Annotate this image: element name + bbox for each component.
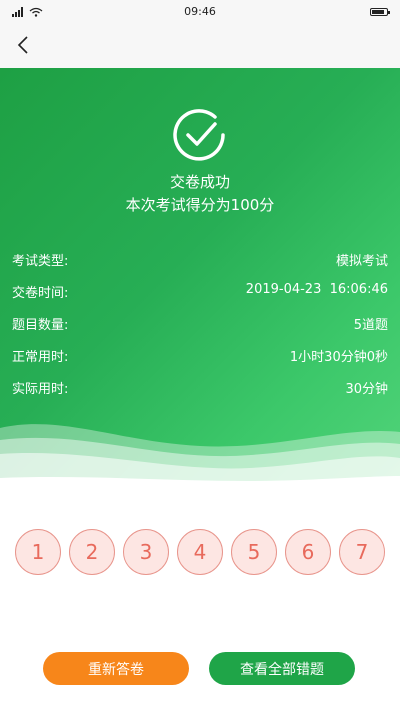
question-number-2[interactable]: 2 xyxy=(69,529,115,575)
info-value: 模拟考试 xyxy=(335,254,388,269)
info-value: 2019-04-23 16:06:46 xyxy=(245,282,388,297)
info-row-submit-time: 交卷时间: 2019-04-23 16:06:46 xyxy=(12,282,388,304)
success-check-icon xyxy=(173,109,225,161)
battery-icon xyxy=(370,8,390,16)
question-number-5[interactable]: 5 xyxy=(231,529,277,575)
info-row-actual-duration: 实际用时: 30分钟 xyxy=(12,378,388,400)
info-label: 正常用时: xyxy=(12,350,69,365)
back-button[interactable] xyxy=(6,28,40,62)
question-number-7[interactable]: 7 xyxy=(339,529,385,575)
question-number-6[interactable]: 6 xyxy=(285,529,331,575)
chevron-left-icon xyxy=(17,36,28,54)
question-number-4[interactable]: 4 xyxy=(177,529,223,575)
status-bar: 09:46 xyxy=(0,0,400,24)
result-title: 交卷成功 xyxy=(169,173,230,191)
info-row-normal-duration: 正常用时: 1小时30分钟0秒 xyxy=(12,346,388,368)
info-value: 1小时30分钟0秒 xyxy=(289,350,388,365)
info-label: 考试类型: xyxy=(12,254,69,269)
info-label: 交卷时间: xyxy=(12,286,69,301)
question-number-1[interactable]: 1 xyxy=(15,529,61,575)
retry-exam-button[interactable]: 重新答卷 xyxy=(43,652,189,685)
wave-decoration xyxy=(0,424,400,492)
score-text: 本次考试得分为100分 xyxy=(125,196,275,214)
question-number-3[interactable]: 3 xyxy=(123,529,169,575)
question-number-list: 1 2 3 4 5 6 7 xyxy=(15,529,387,577)
result-panel: 交卷成功 本次考试得分为100分 考试类型: 模拟考试 交卷时间: 2019-0… xyxy=(0,68,400,492)
info-row-exam-type: 考试类型: 模拟考试 xyxy=(12,250,388,272)
nav-bar xyxy=(0,24,400,68)
info-value: 30分钟 xyxy=(345,382,388,397)
info-row-question-count: 题目数量: 5道题 xyxy=(12,314,388,336)
info-label: 实际用时: xyxy=(12,382,69,397)
info-value: 5道题 xyxy=(353,318,388,333)
info-label: 题目数量: xyxy=(12,318,69,333)
status-time: 09:46 xyxy=(184,5,216,18)
view-wrong-answers-button[interactable]: 查看全部错题 xyxy=(209,652,355,685)
